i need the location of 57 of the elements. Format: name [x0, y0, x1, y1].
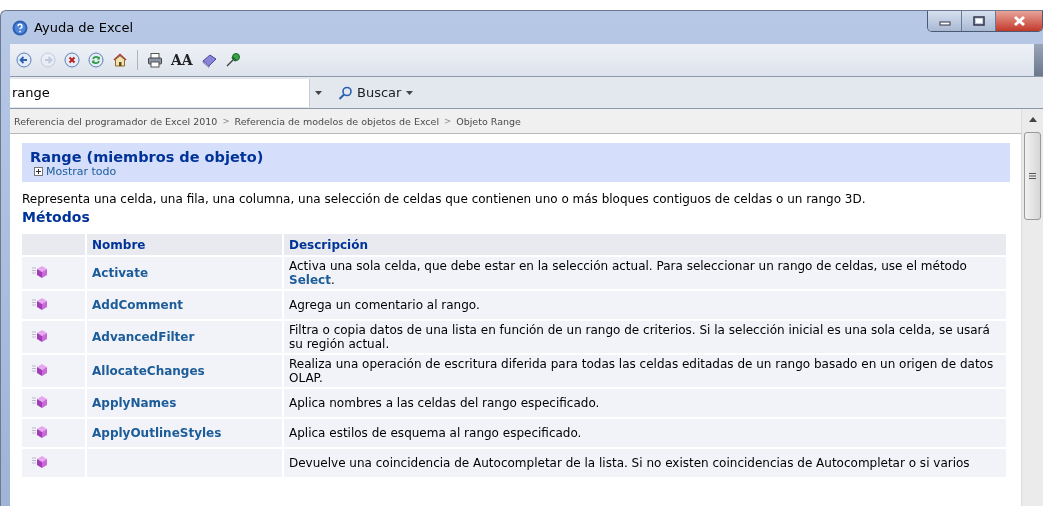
stop-icon	[64, 52, 80, 68]
back-arrow-button[interactable]	[13, 49, 35, 71]
breadcrumb-link[interactable]: Referencia del programador de Excel 2010	[14, 115, 218, 127]
method-link[interactable]: AddComment	[87, 291, 282, 319]
window-title: Ayuda de Excel	[34, 20, 134, 35]
pushpin-icon	[224, 52, 241, 68]
printer-icon	[147, 52, 163, 68]
method-icon	[32, 425, 47, 438]
expand-all-link[interactable]: Mostrar todo	[34, 165, 117, 178]
method-link[interactable]: Activate	[87, 257, 282, 289]
method-icon	[32, 395, 47, 408]
object-description: Representa una celda, una fila, una columna, una selección de celdas que contienen uno o más bloques contiguos de celdas o un rango 3D.	[22, 192, 867, 206]
breadcrumb-link[interactable]: Objeto Range	[456, 115, 521, 127]
table-cell: Aplica estilos de esquema al rango especificado.	[284, 419, 1006, 447]
column-header: Nombre	[87, 234, 282, 255]
plus-icon	[34, 167, 43, 176]
maximize-button[interactable]	[962, 11, 996, 31]
refresh-button[interactable]	[85, 49, 107, 71]
table-cell: Filtra o copia datos de una lista en función de un rango de criterios. Si la selección inicial es una sola celda, se usará su región actual.	[284, 321, 1006, 353]
help-icon	[12, 19, 28, 36]
text-size-button[interactable]: AA	[168, 49, 196, 71]
method-icon	[32, 363, 47, 376]
caret-icon	[406, 90, 414, 95]
page-title: Range (miembros de objeto)	[30, 149, 265, 165]
minimize-button[interactable]	[928, 11, 962, 31]
refresh-icon	[88, 52, 104, 68]
scrollbar-thumb[interactable]	[1024, 132, 1041, 220]
method-icon	[32, 265, 47, 278]
search-icon	[338, 85, 352, 100]
method-link[interactable]: ApplyOutlineStyles	[87, 419, 282, 447]
search-field[interactable]: range	[10, 78, 310, 107]
method-icon	[32, 455, 47, 468]
table-cell: Aplica nombres a las celdas del rango especificado.	[284, 389, 1006, 417]
close-icon	[1012, 15, 1026, 27]
breadcrumb-separator: >	[444, 116, 452, 126]
breadcrumb-link[interactable]: Referencia de modelos de objetos de Excel	[234, 115, 440, 127]
table-cell: Devuelve una coincidencia de Autocompletar de la lista. Si no existen coincidencias de Autocompletar o si varios	[284, 449, 1006, 477]
method-link[interactable]: AdvancedFilter	[87, 321, 282, 353]
section-heading: Métodos	[22, 209, 91, 225]
grip-icon	[1029, 173, 1036, 179]
caret-icon	[1028, 117, 1037, 122]
close-button[interactable]	[996, 11, 1042, 31]
caret-icon	[314, 90, 322, 95]
column-header: Descripción	[284, 234, 1006, 255]
table-cell: Activa una sola celda, que debe estar en la selección actual. Para seleccionar un rango de celdas, use el método Select.	[284, 257, 1006, 289]
search-button[interactable]: Buscar	[332, 84, 420, 101]
breadcrumb-separator: >	[222, 116, 230, 126]
maximize-icon	[972, 16, 985, 26]
method-link[interactable]: AllocateChanges	[87, 355, 282, 387]
method-icon	[32, 329, 47, 342]
home-icon	[112, 52, 128, 68]
method-link[interactable]: ApplyNames	[87, 389, 282, 417]
table-cell: Realiza una operación de escritura diferida para todas las celdas editadas de un rango basado en un origen de datos OLAP.	[284, 355, 1006, 387]
stop-button[interactable]	[61, 49, 83, 71]
book-icon	[200, 52, 217, 68]
method-icon	[32, 297, 47, 310]
table-cell: Agrega un comentario al rango.	[284, 291, 1006, 319]
